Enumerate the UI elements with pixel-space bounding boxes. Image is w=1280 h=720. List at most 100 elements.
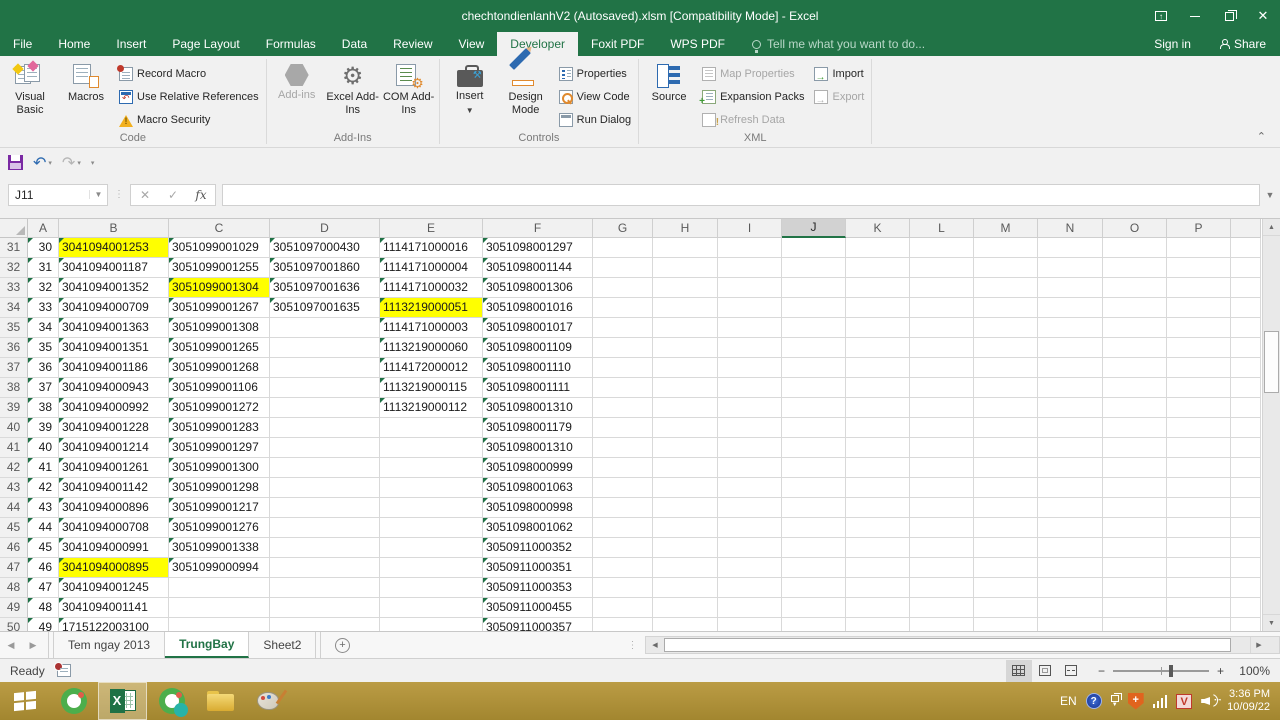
cell-K40[interactable] [846,418,910,438]
cell-E45[interactable] [380,518,483,538]
cell-K46[interactable] [846,538,910,558]
cell-K38[interactable] [846,378,910,398]
cell-C31[interactable]: 3051099001029 [169,238,270,258]
cell-partial32[interactable] [1231,258,1261,278]
cell-C34[interactable]: 3051099001267 [169,298,270,318]
cell-L43[interactable] [910,478,974,498]
cell-G49[interactable] [593,598,653,618]
cell-D34[interactable]: 3051097001635 [270,298,380,318]
cell-H43[interactable] [653,478,718,498]
cell-G43[interactable] [593,478,653,498]
row-header-38[interactable]: 38 [0,378,28,398]
cell-partial48[interactable] [1231,578,1261,598]
row-header-46[interactable]: 46 [0,538,28,558]
cell-L39[interactable] [910,398,974,418]
cell-H38[interactable] [653,378,718,398]
start-button[interactable] [0,682,49,720]
cell-O38[interactable] [1103,378,1167,398]
cell-C47[interactable]: 3051099000994 [169,558,270,578]
name-box[interactable]: J11 ▼ [8,184,108,206]
cell-O43[interactable] [1103,478,1167,498]
row-header-47[interactable]: 47 [0,558,28,578]
horizontal-scrollbar[interactable]: ◀ ▶ [645,636,1280,654]
cell-B34[interactable]: 3041094000709 [59,298,169,318]
normal-view-button[interactable] [1006,660,1032,682]
cell-D36[interactable] [270,338,380,358]
cell-C37[interactable]: 3051099001268 [169,358,270,378]
row-header-32[interactable]: 32 [0,258,28,278]
cell-M41[interactable] [974,438,1038,458]
cell-H44[interactable] [653,498,718,518]
cell-G31[interactable] [593,238,653,258]
column-header-A[interactable]: A [28,219,59,238]
zoom-slider-thumb[interactable] [1169,665,1173,677]
cell-F36[interactable]: 3051098001109 [483,338,593,358]
cell-B41[interactable]: 3041094001214 [59,438,169,458]
cell-M42[interactable] [974,458,1038,478]
cell-P37[interactable] [1167,358,1231,378]
cell-I35[interactable] [718,318,782,338]
cell-G35[interactable] [593,318,653,338]
import-button[interactable]: Import [811,62,867,85]
cell-F40[interactable]: 3051098001179 [483,418,593,438]
cell-M32[interactable] [974,258,1038,278]
cell-F42[interactable]: 3051098000999 [483,458,593,478]
cell-B45[interactable]: 3041094000708 [59,518,169,538]
column-header-P[interactable]: P [1167,219,1231,238]
column-header-G[interactable]: G [593,219,653,238]
cell-L31[interactable] [910,238,974,258]
cell-partial44[interactable] [1231,498,1261,518]
cell-M33[interactable] [974,278,1038,298]
cell-E32[interactable]: 1114171000004 [380,258,483,278]
cell-D40[interactable] [270,418,380,438]
cell-G33[interactable] [593,278,653,298]
cell-partial42[interactable] [1231,458,1261,478]
cell-B49[interactable]: 3041094001141 [59,598,169,618]
cell-O36[interactable] [1103,338,1167,358]
share-button[interactable]: Share [1205,32,1280,56]
cell-C39[interactable]: 3051099001272 [169,398,270,418]
cell-J35[interactable] [782,318,846,338]
cell-G40[interactable] [593,418,653,438]
cell-B40[interactable]: 3041094001228 [59,418,169,438]
cell-L49[interactable] [910,598,974,618]
cell-H32[interactable] [653,258,718,278]
cell-L48[interactable] [910,578,974,598]
cell-P38[interactable] [1167,378,1231,398]
cell-N45[interactable] [1038,518,1103,538]
cell-M37[interactable] [974,358,1038,378]
cell-J46[interactable] [782,538,846,558]
cell-H46[interactable] [653,538,718,558]
cell-J43[interactable] [782,478,846,498]
cell-G37[interactable] [593,358,653,378]
tab-file[interactable]: File [0,32,45,56]
clock[interactable]: 3:36 PM 10/09/22 [1227,688,1270,714]
column-header-B[interactable]: B [59,219,169,238]
save-button[interactable] [8,155,23,170]
cell-J45[interactable] [782,518,846,538]
cell-B50[interactable]: 1715122003100 [59,618,169,631]
cell-K45[interactable] [846,518,910,538]
cell-partial39[interactable] [1231,398,1261,418]
cell-F34[interactable]: 3051098001016 [483,298,593,318]
cell-B38[interactable]: 3041094000943 [59,378,169,398]
cell-F33[interactable]: 3051098001306 [483,278,593,298]
cell-I32[interactable] [718,258,782,278]
language-indicator[interactable]: EN [1060,694,1077,708]
cell-O39[interactable] [1103,398,1167,418]
cell-G48[interactable] [593,578,653,598]
cell-P33[interactable] [1167,278,1231,298]
cell-D31[interactable]: 3051097000430 [270,238,380,258]
taskbar-excel-button[interactable]: X [98,682,147,720]
cell-A35[interactable]: 34 [28,318,59,338]
cell-P41[interactable] [1167,438,1231,458]
cell-P50[interactable] [1167,618,1231,631]
cell-C38[interactable]: 3051099001106 [169,378,270,398]
cell-M43[interactable] [974,478,1038,498]
cell-O49[interactable] [1103,598,1167,618]
cell-C48[interactable] [169,578,270,598]
cell-H41[interactable] [653,438,718,458]
cell-F44[interactable]: 3051098000998 [483,498,593,518]
cell-I46[interactable] [718,538,782,558]
cell-N37[interactable] [1038,358,1103,378]
